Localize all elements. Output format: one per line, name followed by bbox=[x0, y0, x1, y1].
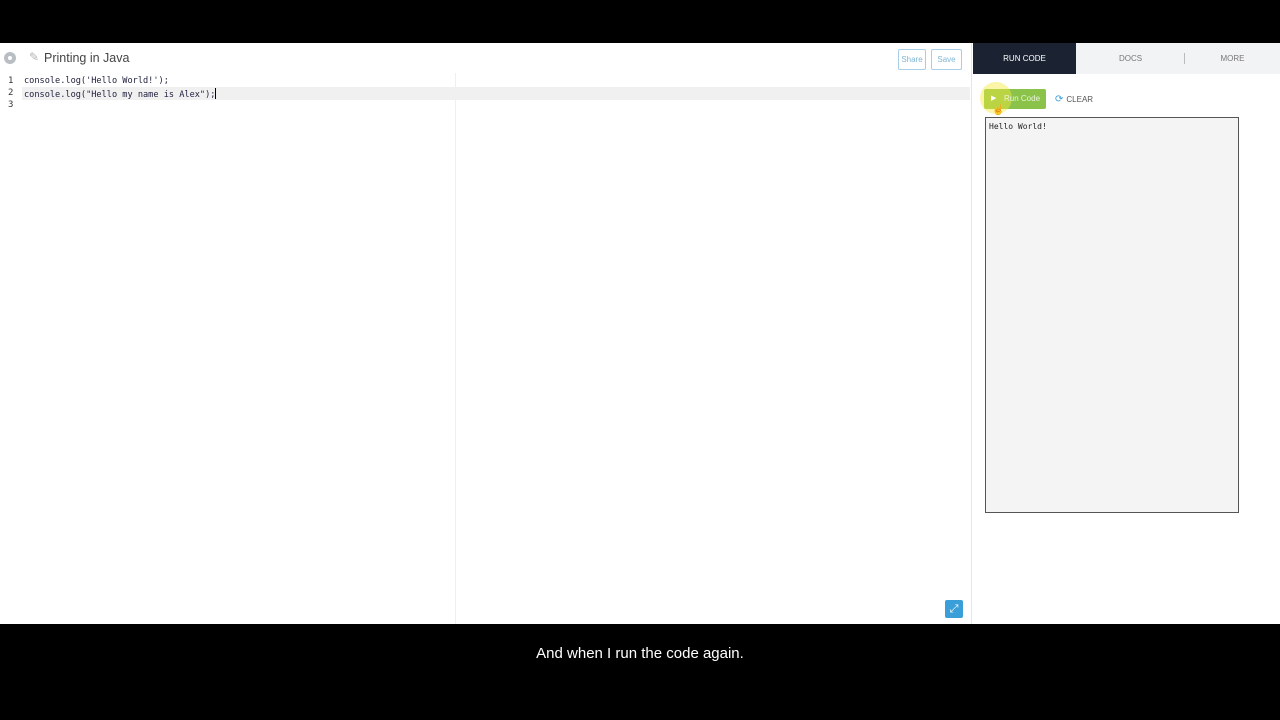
share-button[interactable]: Share bbox=[898, 49, 926, 70]
editor-pane: ✎ Printing in Java Share Save 1 2 3 cons… bbox=[0, 43, 972, 624]
tab-docs[interactable]: DOCS bbox=[1076, 43, 1185, 74]
pencil-icon[interactable]: ✎ bbox=[29, 50, 39, 64]
video-subtitle: And when I run the code again. bbox=[536, 645, 744, 662]
console-line: Hello World! bbox=[989, 122, 1047, 131]
video-top-bar bbox=[0, 0, 1280, 43]
code-editor[interactable]: console.log('Hello World!'); console.log… bbox=[22, 73, 970, 624]
line-number-gutter: 1 2 3 bbox=[0, 73, 20, 624]
clear-button[interactable]: ⟳ CLEAR bbox=[1055, 93, 1093, 107]
output-panel: RUN CODE DOCS MORE ▶ Run Code ☝ ⟳ CLEAR H… bbox=[973, 43, 1280, 624]
save-button[interactable]: Save bbox=[931, 49, 962, 70]
mouse-pointer-icon: ☝ bbox=[992, 105, 1005, 116]
code-line[interactable]: console.log('Hello World!'); bbox=[24, 76, 169, 86]
settings-icon[interactable] bbox=[4, 52, 16, 64]
tab-run-code[interactable]: RUN CODE bbox=[973, 43, 1076, 74]
text-cursor bbox=[215, 88, 217, 99]
clear-label: CLEAR bbox=[1066, 95, 1094, 104]
file-header: ✎ Printing in Java Share Save bbox=[0, 43, 972, 73]
console-output: Hello World! bbox=[985, 117, 1239, 513]
panel-tabs: RUN CODE DOCS MORE bbox=[973, 43, 1280, 74]
line-number: 3 bbox=[8, 100, 14, 110]
app-window: ✎ Printing in Java Share Save 1 2 3 cons… bbox=[0, 43, 1280, 624]
line-number: 1 bbox=[8, 76, 14, 86]
refresh-icon: ⟳ bbox=[1055, 94, 1064, 105]
file-title[interactable]: Printing in Java bbox=[44, 51, 129, 65]
run-code-label: Run Code bbox=[1004, 94, 1041, 103]
line-number: 2 bbox=[8, 88, 14, 98]
tab-more[interactable]: MORE bbox=[1185, 43, 1280, 74]
expand-icon[interactable]: ⤢ bbox=[945, 600, 963, 618]
code-line[interactable]: console.log("Hello my name is Alex"); bbox=[24, 88, 217, 100]
video-bottom-bar bbox=[0, 624, 1280, 720]
